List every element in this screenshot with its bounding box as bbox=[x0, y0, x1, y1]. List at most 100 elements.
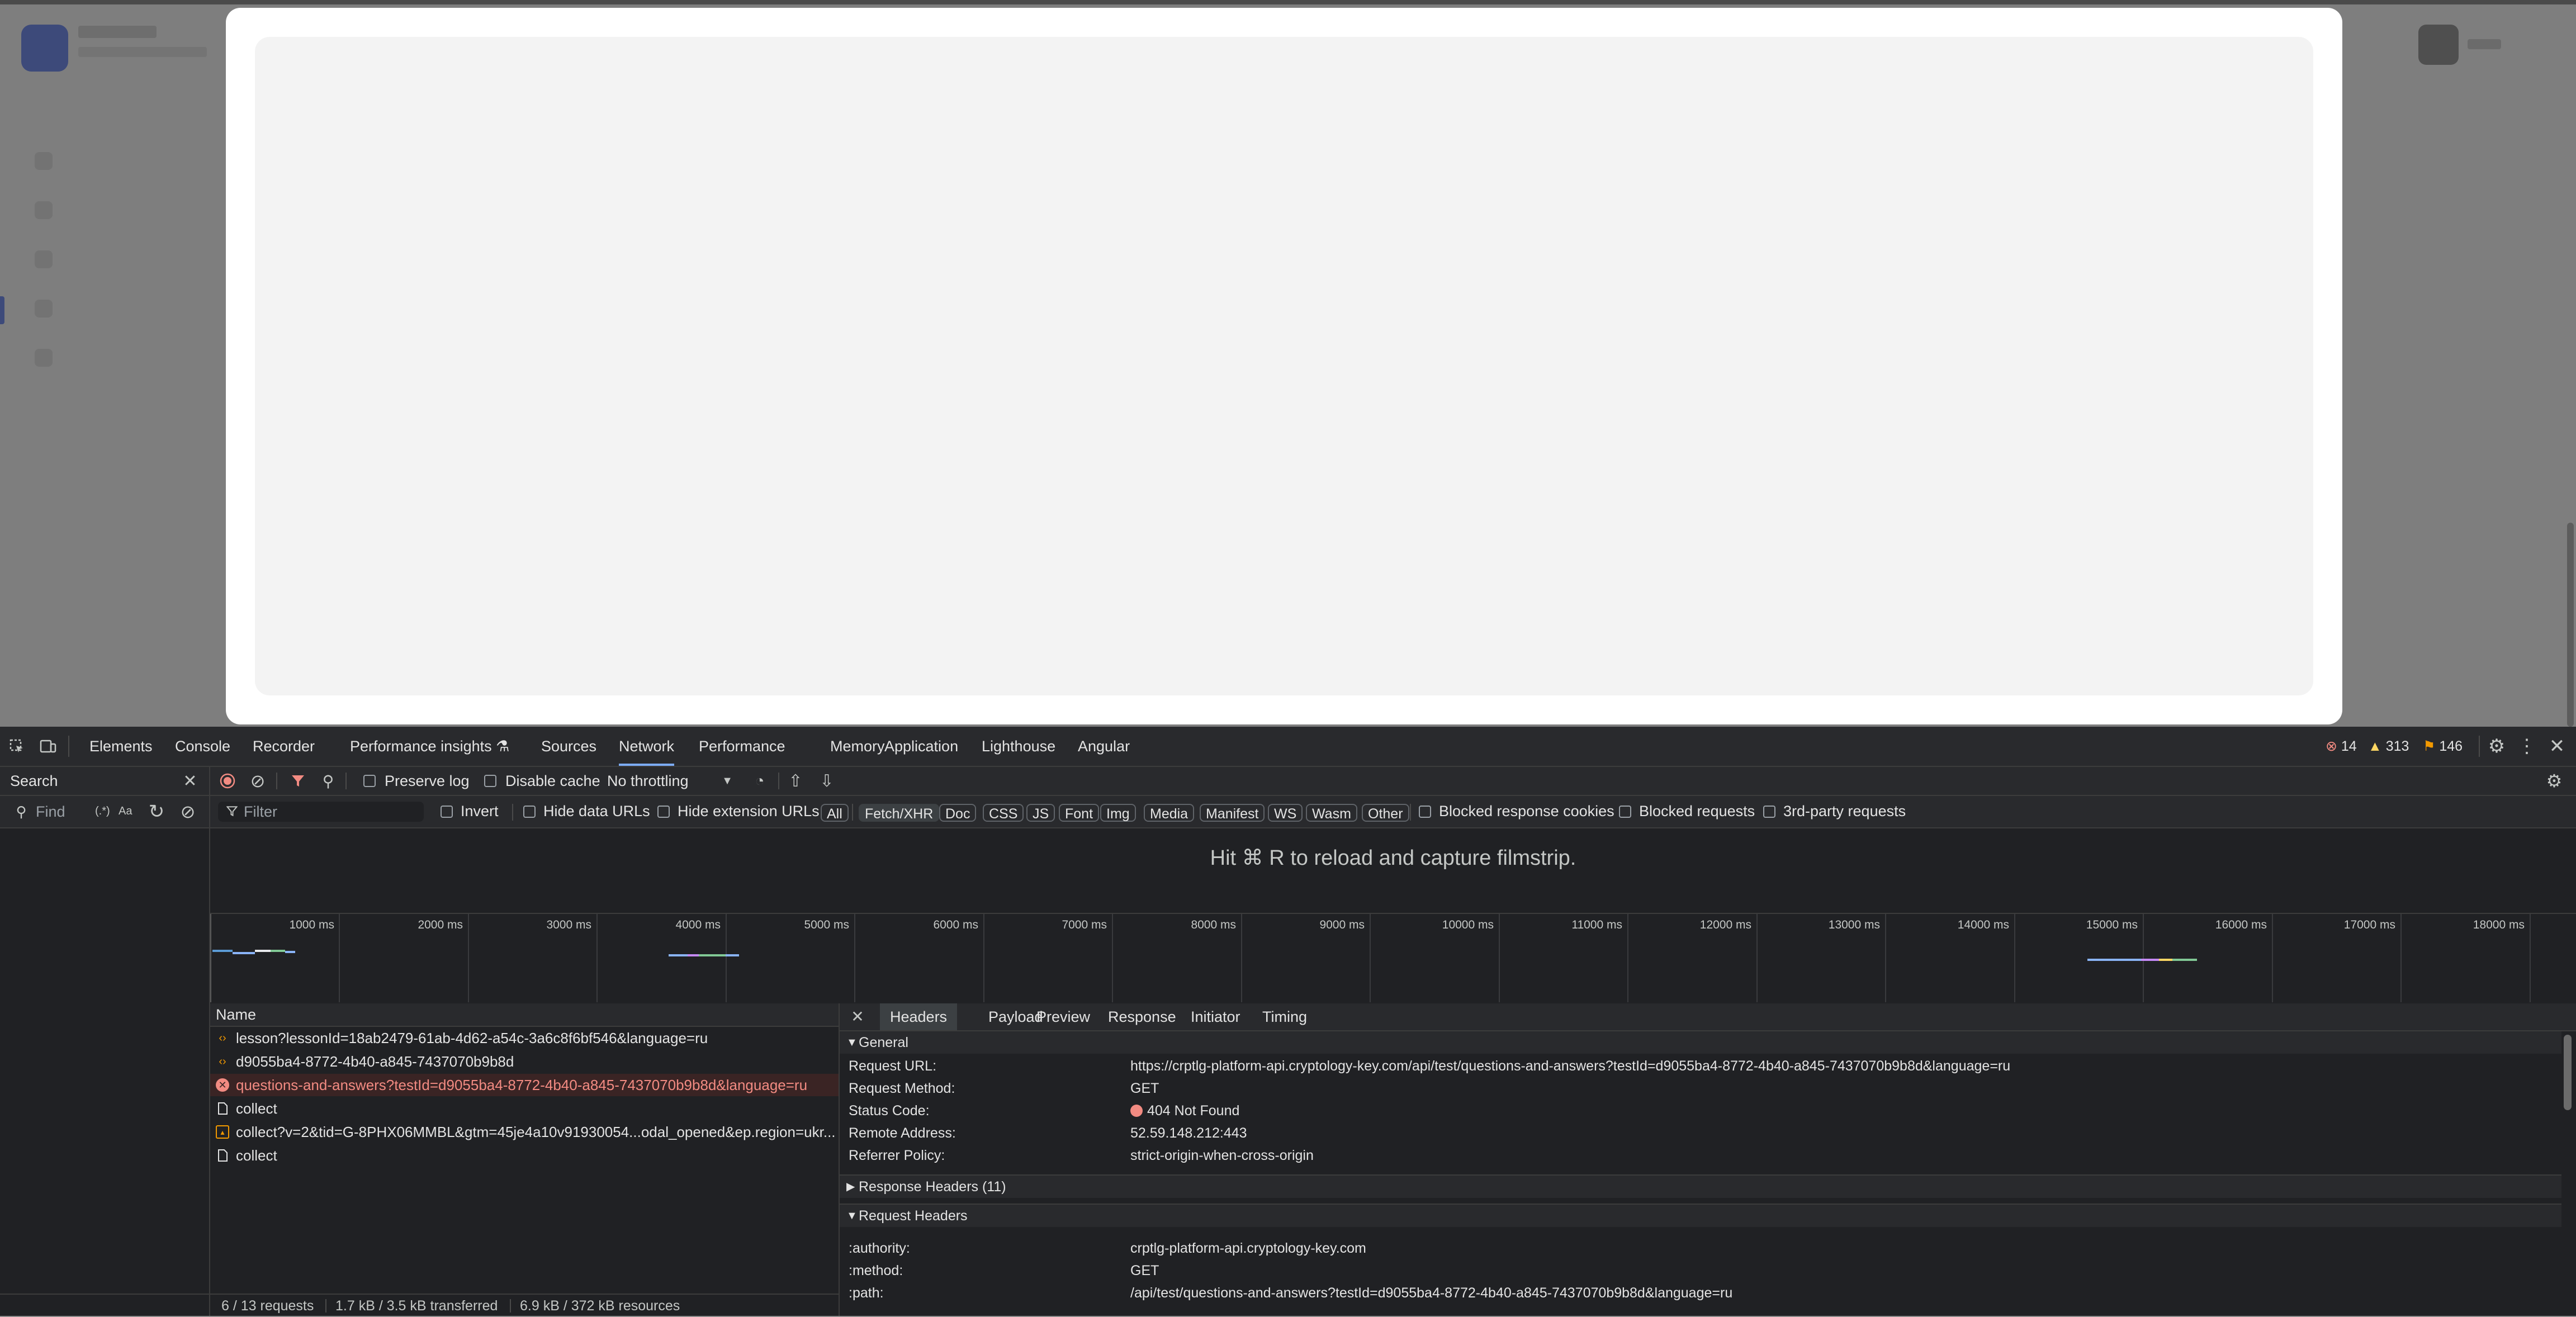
avatar[interactable] bbox=[2418, 25, 2459, 65]
filter-icon[interactable] bbox=[290, 773, 306, 789]
tab-lighthouse[interactable]: Lighthouse bbox=[982, 727, 1055, 766]
tab-application[interactable]: Application bbox=[884, 727, 958, 766]
close-details-icon[interactable]: ✕ bbox=[849, 1008, 866, 1026]
sidebar-icon-2[interactable] bbox=[35, 201, 53, 219]
general-section-header[interactable]: ▼ General bbox=[840, 1031, 2561, 1054]
request-headers-section-header[interactable]: ▼ Request Headers bbox=[840, 1204, 2561, 1227]
throttling-select[interactable]: No throttling bbox=[607, 773, 689, 790]
tab-performance-insights[interactable]: Performance insights ⚗ bbox=[350, 727, 509, 766]
tab-payload[interactable]: Payload bbox=[988, 1003, 1043, 1030]
status-error-dot-icon bbox=[1130, 1105, 1143, 1117]
refresh-icon[interactable]: ↻ bbox=[146, 801, 167, 822]
filter-input[interactable]: Filter bbox=[218, 802, 424, 822]
tick-label: 2000 ms bbox=[418, 918, 463, 931]
tab-elements[interactable]: Elements bbox=[89, 727, 153, 766]
request-row[interactable]: ‹› lesson?lessonId=18ab2479-61ab-4d62-a5… bbox=[210, 1027, 839, 1049]
disable-cache-checkbox[interactable] bbox=[484, 775, 496, 787]
network-settings-icon[interactable]: ⚙ bbox=[2545, 771, 2564, 791]
remote-address-value: 52.59.148.212:443 bbox=[1130, 1125, 1247, 1141]
third-party-checkbox[interactable] bbox=[1763, 806, 1775, 818]
tab-performance[interactable]: Performance bbox=[699, 727, 785, 766]
invert-checkbox[interactable] bbox=[441, 806, 453, 818]
name-column-header[interactable]: Name bbox=[216, 1003, 256, 1026]
request-row[interactable]: collect bbox=[210, 1144, 839, 1167]
waterfall-bar bbox=[255, 950, 271, 952]
type-filter-manifest[interactable]: Manifest bbox=[1200, 804, 1265, 822]
error-count-badge[interactable]: ⊗ 14 bbox=[2326, 727, 2357, 766]
tab-response[interactable]: Response bbox=[1108, 1003, 1176, 1030]
issues-count-badge[interactable]: ⚑ 146 bbox=[2423, 727, 2463, 766]
chevron-down-icon[interactable]: ▼ bbox=[719, 773, 736, 789]
sidebar-icon-1[interactable] bbox=[35, 152, 53, 170]
request-row[interactable]: collect bbox=[210, 1097, 839, 1120]
tab-preview[interactable]: Preview bbox=[1036, 1003, 1090, 1030]
sidebar-icon-4[interactable] bbox=[35, 300, 53, 318]
type-filter-doc[interactable]: Doc bbox=[939, 804, 977, 822]
page-scrollbar[interactable] bbox=[2567, 523, 2574, 727]
tab-network[interactable]: Network bbox=[619, 727, 675, 766]
type-filter-other[interactable]: Other bbox=[1362, 804, 1409, 822]
tab-initiator[interactable]: Initiator bbox=[1191, 1003, 1240, 1030]
waterfall-bar bbox=[2087, 959, 2141, 961]
response-headers-section-header[interactable]: ▶ Response Headers (11) bbox=[840, 1174, 2561, 1198]
clear-log-icon[interactable]: ⊘ bbox=[249, 771, 266, 791]
inspect-element-icon[interactable] bbox=[8, 737, 26, 755]
app-name-placeholder bbox=[78, 26, 157, 38]
details-scrollbar[interactable] bbox=[2564, 1035, 2572, 1110]
tab-sources[interactable]: Sources bbox=[541, 727, 596, 766]
request-row-selected[interactable]: ✕ questions-and-answers?testId=d9055ba4-… bbox=[210, 1074, 839, 1096]
import-har-icon[interactable]: ⇧ bbox=[786, 771, 805, 790]
close-devtools-icon[interactable]: ✕ bbox=[2547, 736, 2567, 757]
network-overview[interactable]: 1000 ms 2000 ms 3000 ms 4000 ms 5000 ms … bbox=[210, 913, 2576, 1005]
image-icon: ▴ bbox=[216, 1125, 229, 1139]
sidebar-icon-5[interactable] bbox=[35, 349, 53, 367]
more-options-icon[interactable]: ⋮ bbox=[2517, 736, 2537, 757]
invert-label: Invert bbox=[461, 803, 499, 819]
request-row[interactable]: ‹› d9055ba4-8772-4b40-a845-7437070b9b8d bbox=[210, 1050, 839, 1073]
issue-flag-icon: ⚑ bbox=[2423, 738, 2436, 754]
search-input[interactable]: Find bbox=[36, 803, 65, 821]
type-filter-media[interactable]: Media bbox=[1144, 804, 1195, 822]
warning-count-badge[interactable]: ▲ 313 bbox=[2368, 727, 2409, 766]
type-filter-css[interactable]: CSS bbox=[983, 804, 1024, 822]
type-filter-js[interactable]: JS bbox=[1026, 804, 1055, 822]
type-filter-wasm[interactable]: Wasm bbox=[1306, 804, 1357, 822]
request-name: lesson?lessonId=18ab2479-61ab-4d62-a54c-… bbox=[236, 1030, 708, 1046]
sidebar-icon-3[interactable] bbox=[35, 250, 53, 268]
close-search-icon[interactable]: ✕ bbox=[180, 771, 200, 791]
hide-extension-urls-checkbox[interactable] bbox=[657, 806, 670, 818]
tab-memory[interactable]: Memory bbox=[830, 727, 885, 766]
export-har-icon[interactable]: ⇩ bbox=[817, 771, 836, 790]
record-icon[interactable] bbox=[219, 773, 236, 789]
blocked-requests-checkbox[interactable] bbox=[1619, 806, 1631, 818]
hide-data-urls-checkbox[interactable] bbox=[523, 806, 536, 818]
tick-label: 10000 ms bbox=[1442, 918, 1494, 931]
match-case-toggle[interactable]: Aa bbox=[119, 805, 132, 818]
tab-angular[interactable]: Angular bbox=[1078, 727, 1130, 766]
type-filter-ws[interactable]: WS bbox=[1268, 804, 1303, 822]
preserve-log-checkbox[interactable] bbox=[363, 775, 376, 787]
header-key: :method: bbox=[849, 1263, 903, 1278]
tab-timing[interactable]: Timing bbox=[1262, 1003, 1307, 1030]
clear-search-icon[interactable]: ⊘ bbox=[178, 802, 198, 822]
tab-recorder[interactable]: Recorder bbox=[253, 727, 315, 766]
request-name: collect bbox=[236, 1100, 277, 1117]
type-filter-fetch-xhr[interactable]: Fetch/XHR bbox=[859, 804, 940, 822]
device-toolbar-icon[interactable] bbox=[39, 737, 57, 755]
search-icon[interactable]: ⚲ bbox=[320, 773, 337, 790]
header-key: :authority: bbox=[849, 1240, 910, 1256]
type-filter-img[interactable]: Img bbox=[1100, 804, 1136, 822]
waterfall-bar bbox=[2172, 959, 2197, 961]
blocked-cookies-checkbox[interactable] bbox=[1419, 806, 1431, 818]
document-icon bbox=[216, 1149, 229, 1162]
request-row[interactable]: ▴ collect?v=2&tid=G-8PHX06MMBL&gtm=45je4… bbox=[210, 1121, 839, 1143]
settings-gear-icon[interactable]: ⚙ bbox=[2487, 736, 2507, 757]
type-filter-all[interactable]: All bbox=[821, 804, 849, 822]
tab-console[interactable]: Console bbox=[175, 727, 230, 766]
tick-label: 15000 ms bbox=[2086, 918, 2138, 931]
tab-headers[interactable]: Headers bbox=[880, 1003, 958, 1030]
network-conditions-icon[interactable]: ◔ bbox=[750, 772, 769, 789]
background-page bbox=[0, 0, 2576, 727]
regex-toggle[interactable]: (.*) bbox=[95, 805, 110, 818]
type-filter-font[interactable]: Font bbox=[1059, 804, 1100, 822]
